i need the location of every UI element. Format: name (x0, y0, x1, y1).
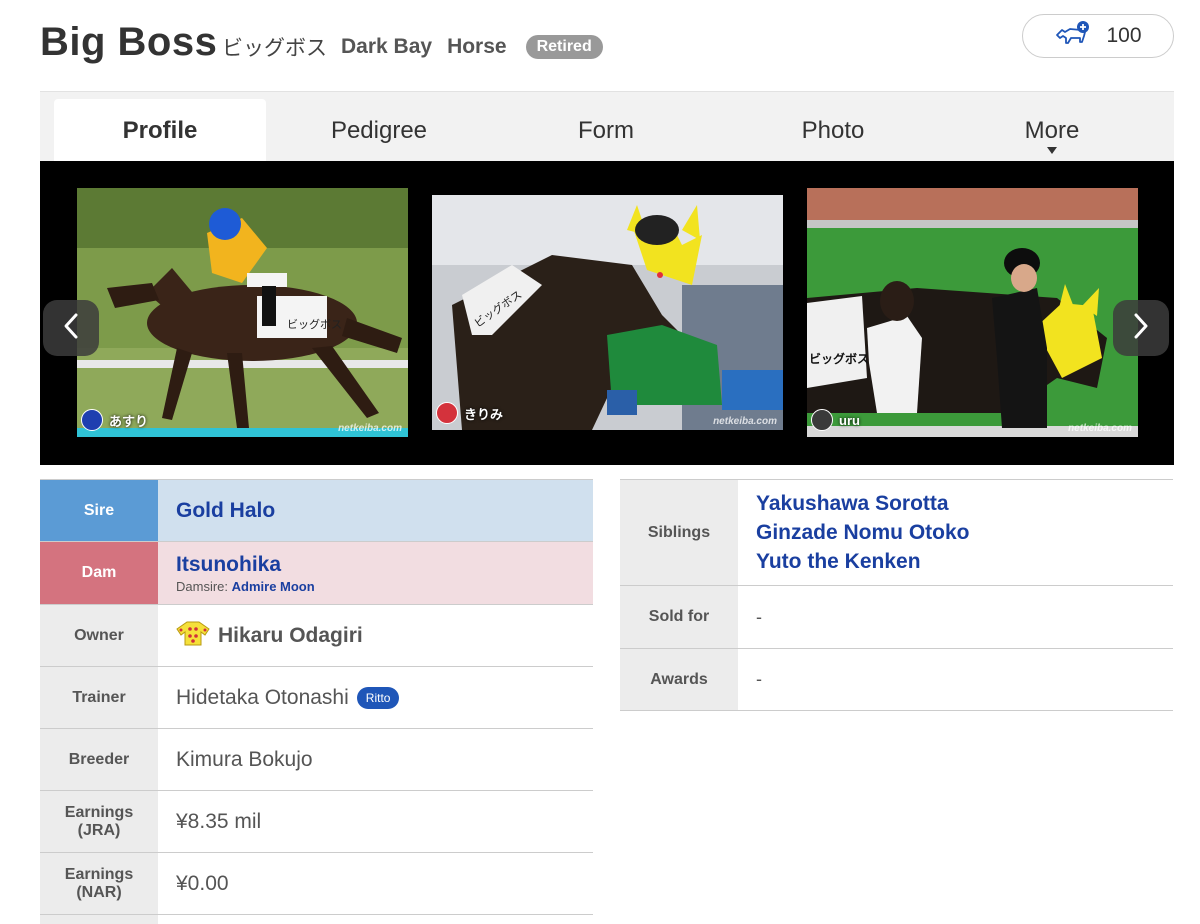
horse-name-kana: ビッグボス (222, 37, 327, 60)
tab-photo[interactable]: Photo (720, 99, 946, 162)
tab-pedigree[interactable]: Pedigree (266, 99, 492, 162)
sold-for-value: - (756, 606, 762, 627)
photo-watermark: netkeiba.com (713, 416, 777, 427)
earnings-jra-label-line2: (JRA) (77, 821, 121, 839)
photo-watermark: netkeiba.com (1068, 423, 1132, 434)
sire-cell: Gold Halo (158, 480, 593, 541)
siblings-label: Siblings (620, 480, 738, 585)
photo-credit: uru (811, 409, 860, 431)
silks-icon (176, 620, 210, 652)
sire-row: Sire Gold Halo (40, 480, 593, 542)
side-table: Siblings Yakushawa Sorotta Ginzade Nomu … (620, 479, 1173, 711)
carousel-photo-2[interactable]: ビッグボス きりみ netkeiba.com (432, 195, 783, 430)
breeder-label: Breeder (40, 729, 158, 790)
next-row (40, 915, 593, 924)
owner-name[interactable]: Hikaru Odagiri (218, 624, 363, 648)
tab-bar: Profile Pedigree Form Photo More (40, 91, 1174, 162)
horse-sex: Horse (447, 35, 507, 58)
horse-meta: ビッグボス Dark Bay Horse Retired (222, 32, 603, 62)
awards-value: - (756, 669, 762, 689)
carousel-prev-button[interactable] (43, 300, 99, 356)
sold-for-cell: - (738, 586, 1173, 648)
damsire-link[interactable]: Admire Moon (232, 579, 315, 594)
trainer-region-badge: Ritto (356, 686, 400, 709)
sibling-link[interactable]: Yakushawa Sorotta (756, 492, 1173, 516)
photo-watermark: netkeiba.com (338, 423, 402, 434)
damsire-line: Damsire: Admire Moon (176, 579, 593, 594)
svg-text:ビッグボス: ビッグボス (287, 317, 342, 331)
earnings-jra-row: Earnings (JRA) ¥8.35 mil (40, 791, 593, 853)
owner-label: Owner (40, 605, 158, 666)
chevron-left-icon (61, 312, 81, 345)
chevron-right-icon (1131, 312, 1151, 345)
tab-form[interactable]: Form (492, 99, 720, 162)
dam-label: Dam (40, 542, 158, 604)
status-badge: Retired (525, 35, 603, 59)
owner-cell: Hikaru Odagiri (158, 605, 593, 666)
favorite-button[interactable]: 100 (1022, 14, 1174, 58)
carousel-next-button[interactable] (1113, 300, 1169, 356)
earnings-nar-label: Earnings (NAR) (40, 853, 158, 914)
earnings-nar-label-line1: Earnings (64, 865, 134, 883)
horse-name: Big Boss (40, 20, 218, 64)
sold-for-row: Sold for - (620, 586, 1173, 649)
breeder-cell: Kimura Bokujo (158, 729, 593, 790)
horse-coat: Dark Bay (341, 35, 433, 58)
tab-more-label: More (1024, 116, 1080, 144)
caret-down-icon (1047, 147, 1057, 154)
sire-link[interactable]: Gold Halo (176, 499, 593, 523)
tab-profile[interactable]: Profile (54, 99, 266, 162)
svg-text:ビッグボス: ビッグボス (809, 351, 869, 366)
trainer-wrap: Hidetaka Otonashi Ritto (176, 686, 593, 710)
next-row-label (40, 915, 158, 924)
earnings-jra-value: ¥8.35 mil (176, 809, 262, 833)
tab-more[interactable]: More (946, 99, 1158, 162)
trainer-row: Trainer Hidetaka Otonashi Ritto (40, 667, 593, 729)
carousel-photo-3[interactable]: ビッグボス uru netkeiba.com (807, 188, 1138, 437)
next-row-cell (158, 915, 593, 924)
earnings-jra-label: Earnings (JRA) (40, 791, 158, 852)
earnings-jra-label-line1: Earnings (64, 803, 134, 821)
siblings-row: Siblings Yakushawa Sorotta Ginzade Nomu … (620, 480, 1173, 586)
damsire-label: Damsire: (176, 578, 229, 594)
owner-wrap: Hikaru Odagiri (176, 620, 593, 652)
earnings-nar-value: ¥0.00 (176, 871, 229, 895)
photo-user-name: きりみ (464, 406, 504, 422)
sibling-link[interactable]: Ginzade Nomu Otoko (756, 521, 1173, 545)
photo-credit: きりみ (436, 402, 503, 424)
earnings-nar-cell: ¥0.00 (158, 853, 593, 914)
breeder-row: Breeder Kimura Bokujo (40, 729, 593, 791)
trainer-label: Trainer (40, 667, 158, 728)
awards-label: Awards (620, 649, 738, 710)
earnings-nar-row: Earnings (NAR) ¥0.00 (40, 853, 593, 915)
photo-credit: あすり (81, 409, 148, 431)
earnings-nar-label-line2: (NAR) (76, 883, 122, 901)
user-avatar (436, 402, 458, 424)
siblings-cell: Yakushawa Sorotta Ginzade Nomu Otoko Yut… (738, 480, 1173, 585)
user-avatar (811, 409, 833, 431)
horse-add-icon (1054, 20, 1092, 53)
dam-cell: Itsunohika Damsire: Admire Moon (158, 542, 593, 604)
siblings-list: Yakushawa Sorotta Ginzade Nomu Otoko Yut… (756, 492, 1173, 574)
owner-row: Owner Hikaru Odagiri (40, 605, 593, 667)
favorite-count: 100 (1106, 24, 1142, 47)
user-avatar (81, 409, 103, 431)
sold-for-label: Sold for (620, 586, 738, 648)
carousel-photo-1[interactable]: ビッグボス あすり netkeiba.com (77, 188, 408, 437)
awards-row: Awards - (620, 649, 1173, 711)
trainer-name[interactable]: Hidetaka Otonashi (176, 686, 349, 710)
trainer-cell: Hidetaka Otonashi Ritto (158, 667, 593, 728)
photo-carousel: ビッグボス あすり netkeiba.com ビッグボス きりみ netkeib… (40, 161, 1174, 465)
photo-user-name: あすり (109, 413, 149, 429)
profile-table: Sire Gold Halo Dam Itsunohika Damsire: A… (40, 479, 593, 924)
breeder-name[interactable]: Kimura Bokujo (176, 748, 593, 772)
horse-header: Big Boss ビッグボス Dark Bay Horse Retired 10… (40, 14, 1174, 74)
dam-row: Dam Itsunohika Damsire: Admire Moon (40, 542, 593, 605)
sibling-link[interactable]: Yuto the Kenken (756, 550, 1173, 574)
dam-link[interactable]: Itsunohika (176, 553, 593, 577)
sire-label: Sire (40, 480, 158, 541)
photo-user-name: uru (839, 412, 860, 428)
earnings-jra-cell: ¥8.35 mil (158, 791, 593, 852)
awards-cell: - (738, 649, 1173, 710)
